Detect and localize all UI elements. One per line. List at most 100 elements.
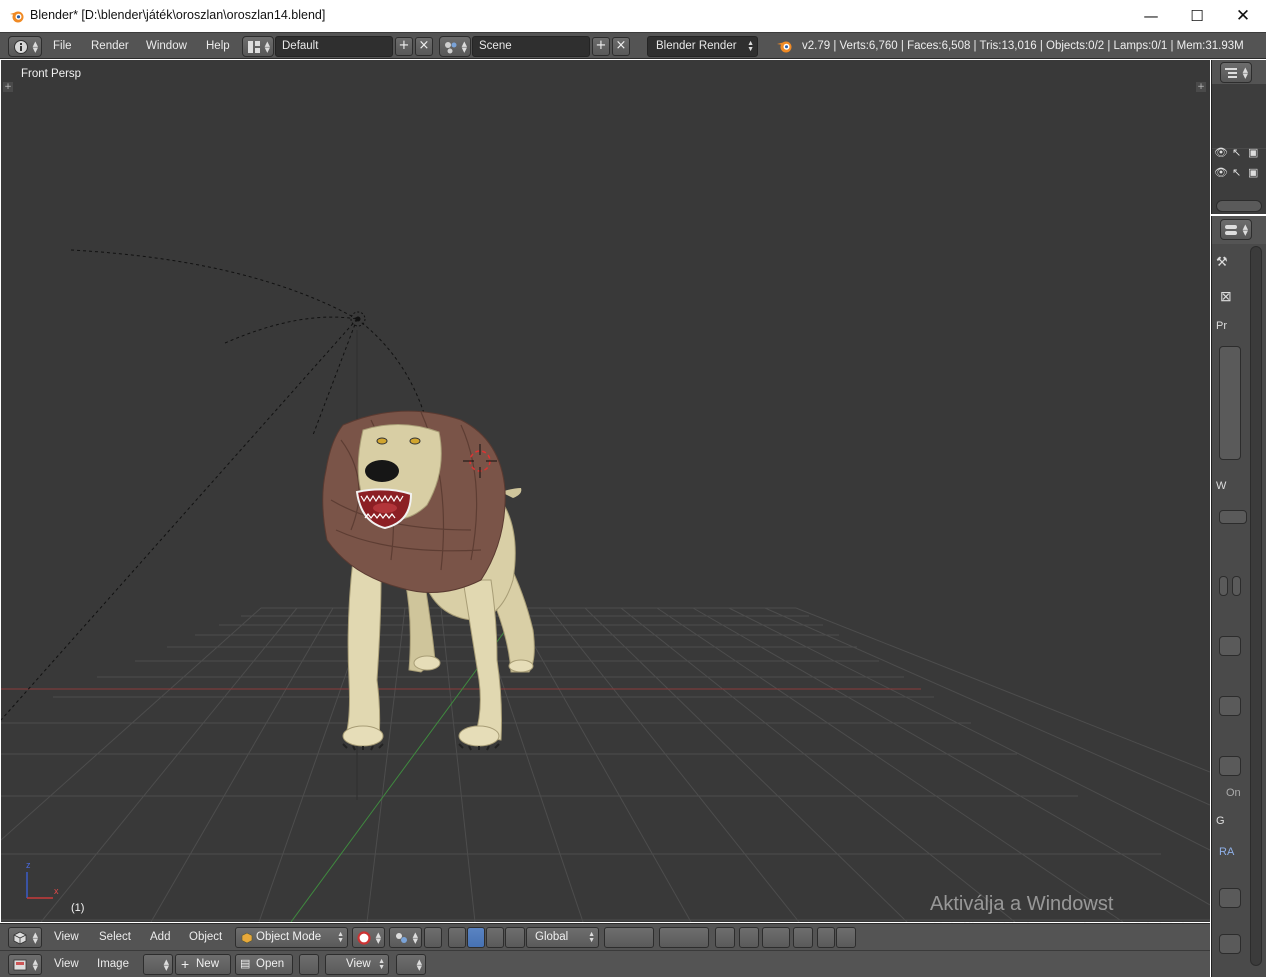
chevron-updown-icon: ▲ ▼ — [264, 40, 270, 54]
scale-manipulator-icon[interactable] — [505, 927, 525, 948]
menu-add[interactable]: Add — [150, 931, 170, 943]
scene-field[interactable]: Scene — [472, 36, 590, 57]
new-image-button[interactable]: + New — [175, 954, 231, 975]
properties-editor-type-button[interactable]: ▲ ▼ — [1220, 219, 1252, 240]
toggle-group[interactable] — [1219, 510, 1247, 524]
transform-orientation-dropdown[interactable]: Global ▲ ▼ — [526, 927, 599, 948]
editor-type-info-button[interactable]: ▲ ▼ — [8, 36, 42, 57]
field-slot[interactable] — [1219, 636, 1241, 656]
chevron-updown-icon: ▲ ▼ — [337, 931, 344, 944]
editor-type-3dview-button[interactable]: ▲ ▼ — [8, 927, 42, 948]
rotate-manipulator-icon[interactable] — [486, 927, 504, 948]
outliner-editor-type-button[interactable]: ▲ ▼ — [1220, 62, 1252, 83]
outliner-panel[interactable]: ▲ ▼ 👁 ↖ ▣ 👁 ↖ ▣ — [1211, 60, 1266, 214]
image-browse-button[interactable]: ▲ ▼ — [143, 954, 173, 975]
pin-icon[interactable] — [299, 954, 319, 975]
render-camera-icon[interactable]: ▣ — [1248, 146, 1258, 159]
visibility-eye-icon[interactable]: 👁 — [1214, 146, 1228, 159]
add-scene-icon[interactable]: + — [592, 37, 610, 56]
render-camera-icon[interactable]: ▣ — [1248, 166, 1258, 179]
menu-help[interactable]: Help — [206, 40, 230, 52]
3d-view-header: ▲ ▼ View Select Add Object Object Mode ▲ ▼… — [0, 923, 1210, 950]
field-slot[interactable] — [1219, 934, 1241, 954]
lock-camera-icon[interactable] — [715, 927, 735, 948]
view-name-label: Front Persp — [21, 68, 82, 80]
manipulate-center-icon[interactable] — [424, 927, 442, 948]
viewport-shading-button[interactable]: ▲ ▼ — [352, 927, 385, 948]
window-titlebar: Blender* [D:\blender\játék\oroszlan\oros… — [0, 0, 1266, 32]
menu-view[interactable]: View — [54, 931, 79, 943]
delete-scene-icon[interactable]: × — [612, 37, 630, 56]
render-engine-dropdown[interactable]: Blender Render ▲ ▼ — [647, 36, 758, 57]
field-slot[interactable] — [1219, 888, 1241, 908]
field-slot[interactable] — [1219, 576, 1228, 596]
chevron-updown-icon: ▲ ▼ — [378, 958, 385, 971]
pivot-point-button[interactable]: ▲ ▼ — [389, 927, 422, 948]
lion-model — [322, 410, 535, 751]
visibility-eye-icon[interactable]: 👁 — [1214, 166, 1228, 179]
menu-image-view[interactable]: View — [54, 958, 79, 970]
add-screen-icon[interactable]: + — [395, 37, 413, 56]
view-mode-dropdown[interactable]: View ▲ ▼ — [325, 954, 389, 975]
field-slot[interactable] — [1232, 576, 1241, 596]
chevron-updown-icon: ▲ ▼ — [375, 931, 381, 945]
section-header-label[interactable]: G — [1216, 815, 1225, 827]
frame-label: (1) — [71, 902, 85, 914]
outliner-scrollbar[interactable] — [1216, 200, 1262, 212]
close-button[interactable]: ✕ — [1220, 0, 1266, 32]
menu-image[interactable]: Image — [97, 958, 129, 970]
chevron-updown-icon: ▲ ▼ — [163, 958, 169, 972]
menu-select[interactable]: Select — [99, 931, 131, 943]
new-image-label: New — [196, 958, 220, 970]
screen-layout-field[interactable]: Default — [275, 36, 393, 57]
chevron-updown-icon: ▲ ▼ — [32, 958, 38, 972]
toolshelf-toggle-icon[interactable]: + — [3, 82, 13, 92]
maximize-button[interactable]: ☐ — [1174, 0, 1220, 32]
minimize-button[interactable]: — — [1128, 0, 1174, 32]
scene-browse-button[interactable]: ▲ ▼ — [439, 36, 471, 57]
field-slot[interactable] — [1219, 696, 1241, 716]
open-image-button[interactable]: ▤ Open — [235, 954, 293, 975]
tools-icon[interactable]: ⚒ — [1216, 254, 1228, 270]
pivot-image-button[interactable]: ▲ ▼ — [396, 954, 426, 975]
field-slot[interactable] — [1219, 756, 1241, 776]
activation-watermark-title: Aktiválja a Windowst — [930, 893, 1114, 915]
editor-type-image-button[interactable]: ▲ ▼ — [8, 954, 42, 975]
translate-manipulator-icon[interactable] — [467, 927, 485, 948]
cube-icon — [13, 931, 27, 945]
section-header-label[interactable]: Pr — [1216, 320, 1227, 332]
snap-toggle-icon[interactable] — [762, 927, 790, 948]
menu-file[interactable]: File — [53, 40, 72, 52]
axis-gizmo — [26, 872, 53, 899]
render-animation-icon[interactable] — [836, 927, 856, 948]
menu-window[interactable]: Window — [146, 40, 187, 52]
properties-scrollbar[interactable] — [1250, 246, 1262, 966]
transform-manipulator-icon[interactable] — [448, 927, 466, 948]
preview-slot — [1219, 346, 1241, 460]
pivot-icon — [396, 933, 407, 943]
properties-panel[interactable]: ▲ ▼ ⚒ ⊠ Pr W On G RA — [1211, 216, 1266, 977]
delete-screen-icon[interactable]: × — [415, 37, 433, 56]
ra-toggle[interactable]: RA — [1219, 846, 1234, 858]
properties-toggle-icon[interactable]: + — [1196, 82, 1206, 92]
folder-icon: ▤ — [240, 958, 251, 970]
render-preview-icon[interactable] — [817, 927, 835, 948]
layer-buttons-group-a[interactable] — [604, 927, 654, 948]
object-mode-dropdown[interactable]: Object Mode ▲ ▼ — [235, 927, 348, 948]
layer-buttons-group-b[interactable] — [659, 927, 709, 948]
section-header-label[interactable]: W — [1216, 480, 1226, 492]
proportional-edit-icon[interactable] — [739, 927, 759, 948]
info-header: ▲ ▼ File Render Window Help ▲ ▼ Default + … — [0, 32, 1266, 59]
3d-viewport[interactable]: z x Front Persp (1) + + — [1, 60, 1210, 922]
properties-header: ▲ ▼ — [1212, 216, 1266, 244]
chevron-updown-icon: ▲ ▼ — [588, 931, 595, 944]
screen-layout-browse-button[interactable]: ▲ ▼ — [242, 36, 274, 57]
chevron-updown-icon: ▲ ▼ — [1242, 66, 1248, 80]
brush-settings-icon[interactable]: ⊠ — [1220, 288, 1232, 305]
select-arrow-icon[interactable]: ↖ — [1232, 146, 1241, 159]
snap-target-icon[interactable] — [793, 927, 813, 948]
select-arrow-icon[interactable]: ↖ — [1232, 166, 1241, 179]
outliner-icon — [1225, 68, 1237, 78]
menu-render[interactable]: Render — [91, 40, 129, 52]
menu-object[interactable]: Object — [189, 931, 222, 943]
